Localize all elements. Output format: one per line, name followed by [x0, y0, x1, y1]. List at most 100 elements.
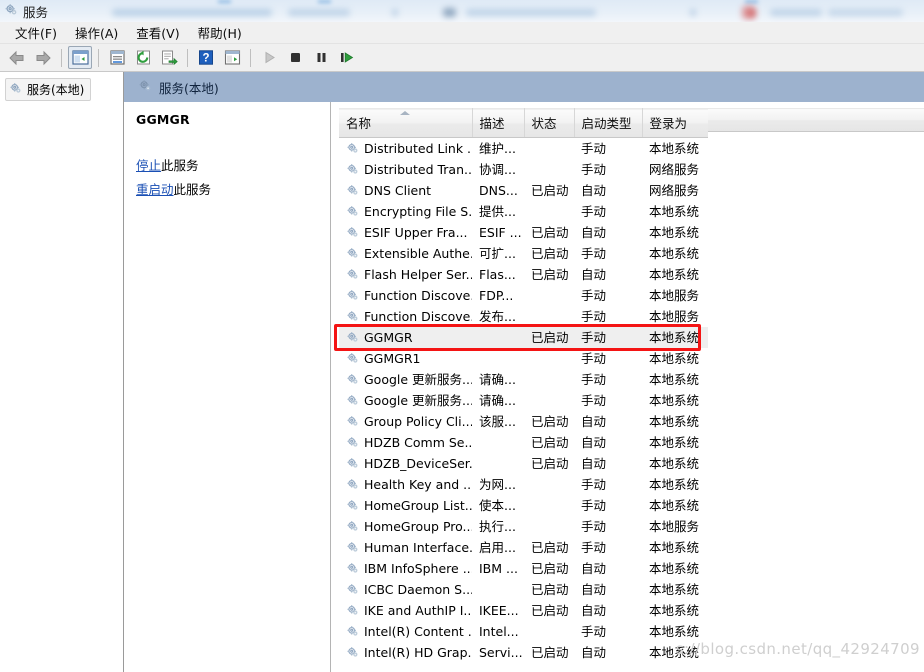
properties-button[interactable] [105, 46, 129, 69]
cell-startup-type: 自动 [581, 225, 607, 240]
cell-log-on-as: 本地系统 [649, 435, 700, 450]
menu-file[interactable]: 文件(F) [6, 21, 66, 44]
table-row[interactable]: GGMGR 已启动 手动 本地系统 [339, 327, 708, 348]
table-row[interactable]: Health Key and ... 为网... 手动 本地系统 [339, 474, 708, 495]
column-name[interactable]: 名称 [339, 108, 473, 138]
cell-description: 该服... [479, 414, 516, 429]
cell-status [524, 138, 574, 160]
table-row[interactable]: GGMGR1 手动 本地系统 [339, 348, 708, 369]
cell-status [524, 201, 574, 222]
table-row[interactable]: Flash Helper Ser... Flas... 已启动 自动 本地系统 [339, 264, 708, 285]
column-status[interactable]: 状态 [524, 108, 575, 138]
refresh-button[interactable] [131, 46, 155, 69]
cell-status [524, 369, 574, 390]
cell-description: 使本... [479, 498, 516, 513]
cell-description: Servi... [479, 645, 523, 660]
cell-status: 已启动 [531, 561, 569, 576]
cell-startup-type: 自动 [581, 603, 607, 618]
services-gear-icon [138, 79, 152, 96]
menu-help[interactable]: 帮助(H) [189, 21, 251, 44]
cell-status: 已启动 [531, 582, 569, 597]
table-row[interactable]: HDZB_DeviceSer... 已启动 自动 本地系统 [339, 453, 708, 474]
table-row[interactable]: Distributed Tran... 协调... 手动 网络服务 [339, 159, 708, 180]
cell-service-name: HomeGroup Pro... [339, 516, 472, 537]
table-row[interactable]: DNS Client DNS... 已启动 自动 网络服务 [339, 180, 708, 201]
cell-status [524, 159, 574, 180]
cell-description: 可扩... [479, 246, 516, 261]
table-row[interactable]: Intel(R) HD Grap... Servi... 已启动 自动 本地系统 [339, 642, 708, 663]
table-row[interactable]: HomeGroup Pro... 执行... 手动 本地服务 [339, 516, 708, 537]
cell-service-name: Function Discove... [339, 285, 472, 306]
table-row[interactable]: Human Interface... 启用... 已启动 手动 本地系统 [339, 537, 708, 558]
cell-log-on-as: 本地系统 [649, 393, 700, 408]
window-title: 服务 [23, 4, 49, 20]
tree-item-services-local[interactable]: 服务(本地) [5, 78, 92, 101]
menu-action[interactable]: 操作(A) [66, 21, 127, 44]
cell-startup-type: 自动 [581, 561, 607, 576]
table-row[interactable]: ICBC Daemon S... 已启动 自动 本地系统 [339, 579, 708, 600]
show-console-tree-button[interactable] [220, 46, 244, 69]
cell-description [472, 432, 524, 453]
cell-service-name: Flash Helper Ser... [339, 264, 472, 285]
table-row[interactable]: Extensible Authe... 可扩... 已启动 手动 本地系统 [339, 243, 708, 264]
table-row[interactable]: Google 更新服务... 请确... 手动 本地系统 [339, 390, 708, 411]
table-row[interactable]: HDZB Comm Se... 已启动 自动 本地系统 [339, 432, 708, 453]
forward-button[interactable] [31, 46, 55, 69]
table-row[interactable]: Encrypting File S... 提供... 手动 本地系统 [339, 201, 708, 222]
column-log-on-as[interactable]: 登录为 [642, 108, 708, 138]
cell-status: 已启动 [531, 540, 569, 555]
restart-this-service-link[interactable]: 重启动 [136, 182, 174, 197]
help-button[interactable]: ? [194, 46, 218, 69]
cell-service-name: ICBC Daemon S... [339, 579, 472, 600]
cell-log-on-as: 本地系统 [649, 204, 700, 219]
cell-startup-type: 手动 [581, 162, 607, 177]
table-row[interactable]: Group Policy Cli... 该服... 已启动 自动 本地系统 [339, 411, 708, 432]
cell-status [524, 474, 574, 495]
toolbar-separator-2 [98, 48, 99, 67]
table-row[interactable]: Function Discove... 发布... 手动 本地服务 [339, 306, 708, 327]
cell-description: DNS... [479, 183, 518, 198]
content-pane: 服务(本地) GGMGR 停止此服务 重启动此服务 名称 描述 状态 启动类型 … [124, 72, 924, 672]
cell-service-name: Encrypting File S... [339, 201, 472, 222]
export-list-button[interactable] [157, 46, 181, 69]
cell-status: 已启动 [524, 327, 574, 348]
cell-status [524, 621, 574, 642]
cell-log-on-as: 本地系统 [649, 624, 700, 639]
table-row[interactable]: ESIF Upper Fra... ESIF ... 已启动 自动 本地系统 [339, 222, 708, 243]
toolbar-separator-1 [61, 48, 62, 67]
back-button[interactable] [5, 46, 29, 69]
cell-service-name: IKE and AuthIP I... [339, 600, 472, 621]
cell-startup-type: 手动 [581, 141, 607, 156]
cell-log-on-as: 本地系统 [642, 327, 708, 348]
cell-status: 已启动 [531, 645, 569, 660]
restart-service-button[interactable] [335, 46, 359, 69]
table-row[interactable]: Intel(R) Content ... Intel... 手动 本地系统 [339, 621, 708, 642]
table-row[interactable]: Distributed Link ... 维护... 手动 本地系统 [339, 138, 708, 160]
table-row[interactable]: HomeGroup List... 使本... 手动 本地系统 [339, 495, 708, 516]
column-description[interactable]: 描述 [472, 108, 525, 138]
table-row[interactable]: IBM InfoSphere ... IBM ... 已启动 自动 本地系统 [339, 558, 708, 579]
cell-status: 已启动 [531, 414, 569, 429]
window-titlebar: 服务 [0, 0, 924, 22]
stop-service-button[interactable] [283, 46, 307, 69]
table-row[interactable]: Function Discove... FDP... 手动 本地服务 [339, 285, 708, 306]
cell-service-name: Health Key and ... [339, 474, 472, 495]
table-row[interactable]: IKE and AuthIP I... IKEE... 已启动 自动 本地系统 [339, 600, 708, 621]
cell-log-on-as: 本地系统 [649, 225, 700, 240]
cell-service-name: Google 更新服务... [339, 369, 472, 390]
column-startup-type[interactable]: 启动类型 [574, 108, 643, 138]
menu-view[interactable]: 查看(V) [127, 21, 188, 44]
cell-description: 提供... [479, 204, 516, 219]
pause-service-button[interactable] [309, 46, 333, 69]
svg-text:?: ? [202, 52, 209, 64]
show-hide-tree-button[interactable] [68, 46, 92, 69]
cell-service-name: Function Discove... [339, 306, 472, 327]
cell-status [524, 516, 574, 537]
stop-this-service-link[interactable]: 停止 [136, 158, 161, 173]
table-row[interactable]: Google 更新服务... 请确... 手动 本地系统 [339, 369, 708, 390]
cell-log-on-as: 本地系统 [649, 561, 700, 576]
start-service-button[interactable] [257, 46, 281, 69]
cell-status: 已启动 [531, 225, 569, 240]
stop-this-service-suffix: 此服务 [161, 158, 199, 173]
cell-startup-type: 自动 [581, 456, 607, 471]
